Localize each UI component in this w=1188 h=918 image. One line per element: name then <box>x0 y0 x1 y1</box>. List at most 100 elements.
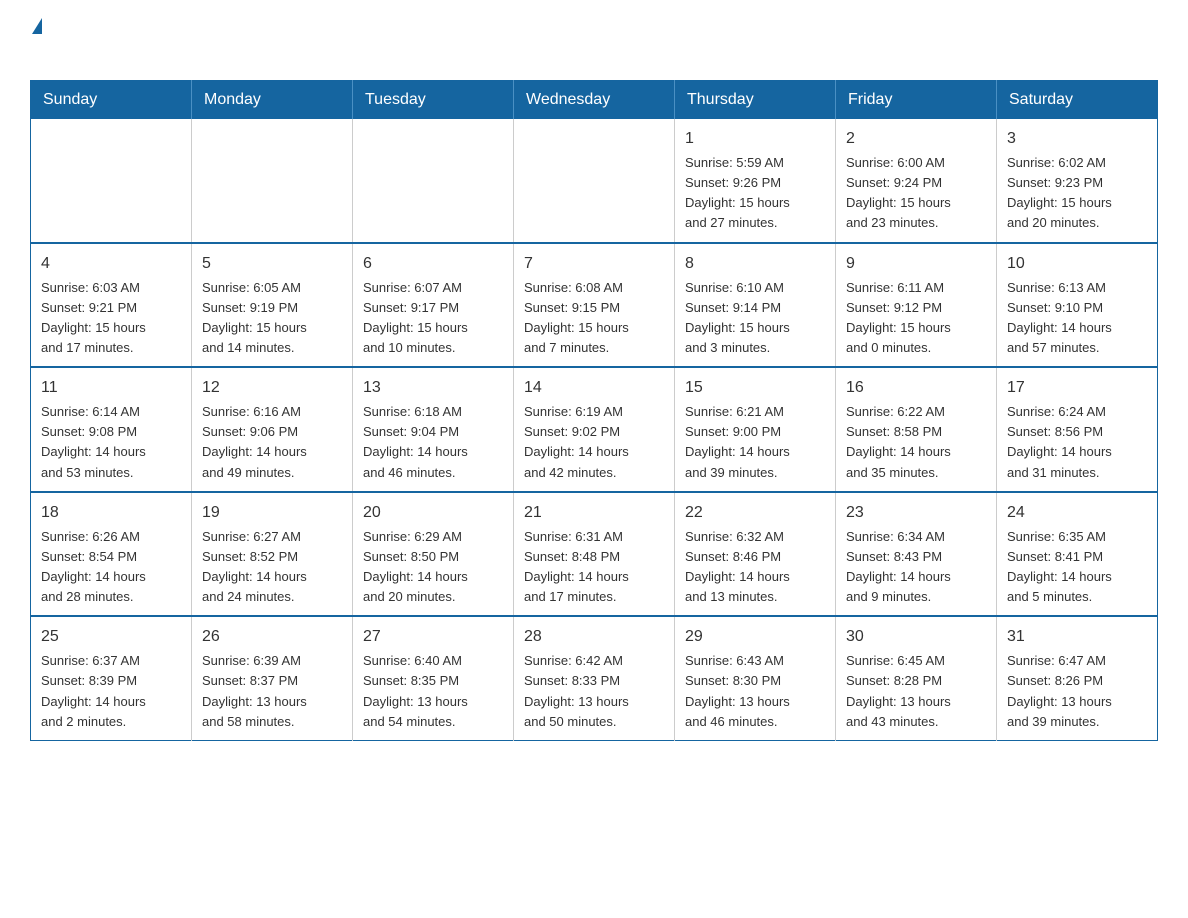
day-number: 2 <box>846 127 986 151</box>
calendar-cell: 17Sunrise: 6:24 AM Sunset: 8:56 PM Dayli… <box>997 367 1158 492</box>
calendar-cell: 9Sunrise: 6:11 AM Sunset: 9:12 PM Daylig… <box>836 243 997 368</box>
day-info: Sunrise: 6:27 AM Sunset: 8:52 PM Dayligh… <box>202 527 342 608</box>
day-info: Sunrise: 6:26 AM Sunset: 8:54 PM Dayligh… <box>41 527 181 608</box>
calendar-cell <box>31 119 192 243</box>
day-number: 15 <box>685 376 825 400</box>
calendar-cell: 26Sunrise: 6:39 AM Sunset: 8:37 PM Dayli… <box>192 616 353 740</box>
calendar-weekday-header: Monday <box>192 81 353 120</box>
day-info: Sunrise: 6:29 AM Sunset: 8:50 PM Dayligh… <box>363 527 503 608</box>
logo-triangle-icon <box>32 18 42 34</box>
calendar-cell: 5Sunrise: 6:05 AM Sunset: 9:19 PM Daylig… <box>192 243 353 368</box>
calendar-cell: 11Sunrise: 6:14 AM Sunset: 9:08 PM Dayli… <box>31 367 192 492</box>
calendar-weekday-header: Sunday <box>31 81 192 120</box>
day-number: 20 <box>363 501 503 525</box>
calendar-cell: 29Sunrise: 6:43 AM Sunset: 8:30 PM Dayli… <box>675 616 836 740</box>
calendar-cell: 20Sunrise: 6:29 AM Sunset: 8:50 PM Dayli… <box>353 492 514 617</box>
calendar-weekday-header: Thursday <box>675 81 836 120</box>
day-info: Sunrise: 6:08 AM Sunset: 9:15 PM Dayligh… <box>524 278 664 359</box>
day-info: Sunrise: 6:47 AM Sunset: 8:26 PM Dayligh… <box>1007 651 1147 732</box>
logo <box>30 20 42 62</box>
calendar-cell: 4Sunrise: 6:03 AM Sunset: 9:21 PM Daylig… <box>31 243 192 368</box>
calendar-week-row: 4Sunrise: 6:03 AM Sunset: 9:21 PM Daylig… <box>31 243 1158 368</box>
calendar-weekday-header: Saturday <box>997 81 1158 120</box>
calendar-week-row: 18Sunrise: 6:26 AM Sunset: 8:54 PM Dayli… <box>31 492 1158 617</box>
day-number: 4 <box>41 252 181 276</box>
day-info: Sunrise: 6:02 AM Sunset: 9:23 PM Dayligh… <box>1007 153 1147 234</box>
day-number: 1 <box>685 127 825 151</box>
calendar-cell: 7Sunrise: 6:08 AM Sunset: 9:15 PM Daylig… <box>514 243 675 368</box>
calendar-cell: 14Sunrise: 6:19 AM Sunset: 9:02 PM Dayli… <box>514 367 675 492</box>
calendar-week-row: 11Sunrise: 6:14 AM Sunset: 9:08 PM Dayli… <box>31 367 1158 492</box>
day-info: Sunrise: 6:13 AM Sunset: 9:10 PM Dayligh… <box>1007 278 1147 359</box>
day-info: Sunrise: 6:22 AM Sunset: 8:58 PM Dayligh… <box>846 402 986 483</box>
day-number: 25 <box>41 625 181 649</box>
calendar-cell: 28Sunrise: 6:42 AM Sunset: 8:33 PM Dayli… <box>514 616 675 740</box>
calendar-cell: 30Sunrise: 6:45 AM Sunset: 8:28 PM Dayli… <box>836 616 997 740</box>
day-number: 13 <box>363 376 503 400</box>
day-number: 21 <box>524 501 664 525</box>
day-info: Sunrise: 6:10 AM Sunset: 9:14 PM Dayligh… <box>685 278 825 359</box>
day-info: Sunrise: 6:18 AM Sunset: 9:04 PM Dayligh… <box>363 402 503 483</box>
day-info: Sunrise: 6:03 AM Sunset: 9:21 PM Dayligh… <box>41 278 181 359</box>
day-number: 22 <box>685 501 825 525</box>
day-number: 30 <box>846 625 986 649</box>
day-number: 24 <box>1007 501 1147 525</box>
calendar-cell: 24Sunrise: 6:35 AM Sunset: 8:41 PM Dayli… <box>997 492 1158 617</box>
day-info: Sunrise: 6:21 AM Sunset: 9:00 PM Dayligh… <box>685 402 825 483</box>
calendar-weekday-header: Tuesday <box>353 81 514 120</box>
calendar-cell: 2Sunrise: 6:00 AM Sunset: 9:24 PM Daylig… <box>836 119 997 243</box>
calendar-cell: 23Sunrise: 6:34 AM Sunset: 8:43 PM Dayli… <box>836 492 997 617</box>
day-number: 28 <box>524 625 664 649</box>
day-number: 3 <box>1007 127 1147 151</box>
calendar-header-row: SundayMondayTuesdayWednesdayThursdayFrid… <box>31 81 1158 120</box>
day-number: 23 <box>846 501 986 525</box>
day-info: Sunrise: 5:59 AM Sunset: 9:26 PM Dayligh… <box>685 153 825 234</box>
day-number: 31 <box>1007 625 1147 649</box>
calendar-cell: 27Sunrise: 6:40 AM Sunset: 8:35 PM Dayli… <box>353 616 514 740</box>
day-number: 16 <box>846 376 986 400</box>
day-info: Sunrise: 6:34 AM Sunset: 8:43 PM Dayligh… <box>846 527 986 608</box>
day-info: Sunrise: 6:31 AM Sunset: 8:48 PM Dayligh… <box>524 527 664 608</box>
day-number: 6 <box>363 252 503 276</box>
day-info: Sunrise: 6:14 AM Sunset: 9:08 PM Dayligh… <box>41 402 181 483</box>
calendar-cell: 8Sunrise: 6:10 AM Sunset: 9:14 PM Daylig… <box>675 243 836 368</box>
calendar-cell: 12Sunrise: 6:16 AM Sunset: 9:06 PM Dayli… <box>192 367 353 492</box>
calendar-cell: 3Sunrise: 6:02 AM Sunset: 9:23 PM Daylig… <box>997 119 1158 243</box>
calendar-cell: 15Sunrise: 6:21 AM Sunset: 9:00 PM Dayli… <box>675 367 836 492</box>
day-info: Sunrise: 6:35 AM Sunset: 8:41 PM Dayligh… <box>1007 527 1147 608</box>
calendar-cell: 21Sunrise: 6:31 AM Sunset: 8:48 PM Dayli… <box>514 492 675 617</box>
day-info: Sunrise: 6:16 AM Sunset: 9:06 PM Dayligh… <box>202 402 342 483</box>
day-number: 18 <box>41 501 181 525</box>
calendar-cell <box>192 119 353 243</box>
calendar-week-row: 25Sunrise: 6:37 AM Sunset: 8:39 PM Dayli… <box>31 616 1158 740</box>
day-number: 26 <box>202 625 342 649</box>
day-info: Sunrise: 6:24 AM Sunset: 8:56 PM Dayligh… <box>1007 402 1147 483</box>
calendar-cell: 13Sunrise: 6:18 AM Sunset: 9:04 PM Dayli… <box>353 367 514 492</box>
day-info: Sunrise: 6:43 AM Sunset: 8:30 PM Dayligh… <box>685 651 825 732</box>
calendar-weekday-header: Wednesday <box>514 81 675 120</box>
day-info: Sunrise: 6:11 AM Sunset: 9:12 PM Dayligh… <box>846 278 986 359</box>
day-info: Sunrise: 6:07 AM Sunset: 9:17 PM Dayligh… <box>363 278 503 359</box>
day-info: Sunrise: 6:32 AM Sunset: 8:46 PM Dayligh… <box>685 527 825 608</box>
day-info: Sunrise: 6:40 AM Sunset: 8:35 PM Dayligh… <box>363 651 503 732</box>
calendar-cell <box>514 119 675 243</box>
day-info: Sunrise: 6:39 AM Sunset: 8:37 PM Dayligh… <box>202 651 342 732</box>
day-info: Sunrise: 6:05 AM Sunset: 9:19 PM Dayligh… <box>202 278 342 359</box>
day-info: Sunrise: 6:00 AM Sunset: 9:24 PM Dayligh… <box>846 153 986 234</box>
day-number: 7 <box>524 252 664 276</box>
day-number: 10 <box>1007 252 1147 276</box>
calendar-week-row: 1Sunrise: 5:59 AM Sunset: 9:26 PM Daylig… <box>31 119 1158 243</box>
calendar-cell: 22Sunrise: 6:32 AM Sunset: 8:46 PM Dayli… <box>675 492 836 617</box>
calendar-cell: 10Sunrise: 6:13 AM Sunset: 9:10 PM Dayli… <box>997 243 1158 368</box>
day-number: 8 <box>685 252 825 276</box>
calendar-cell: 16Sunrise: 6:22 AM Sunset: 8:58 PM Dayli… <box>836 367 997 492</box>
calendar-cell: 18Sunrise: 6:26 AM Sunset: 8:54 PM Dayli… <box>31 492 192 617</box>
day-info: Sunrise: 6:19 AM Sunset: 9:02 PM Dayligh… <box>524 402 664 483</box>
calendar-cell: 6Sunrise: 6:07 AM Sunset: 9:17 PM Daylig… <box>353 243 514 368</box>
day-info: Sunrise: 6:37 AM Sunset: 8:39 PM Dayligh… <box>41 651 181 732</box>
day-number: 11 <box>41 376 181 400</box>
calendar-cell: 19Sunrise: 6:27 AM Sunset: 8:52 PM Dayli… <box>192 492 353 617</box>
calendar-cell: 31Sunrise: 6:47 AM Sunset: 8:26 PM Dayli… <box>997 616 1158 740</box>
calendar-weekday-header: Friday <box>836 81 997 120</box>
calendar-cell: 25Sunrise: 6:37 AM Sunset: 8:39 PM Dayli… <box>31 616 192 740</box>
